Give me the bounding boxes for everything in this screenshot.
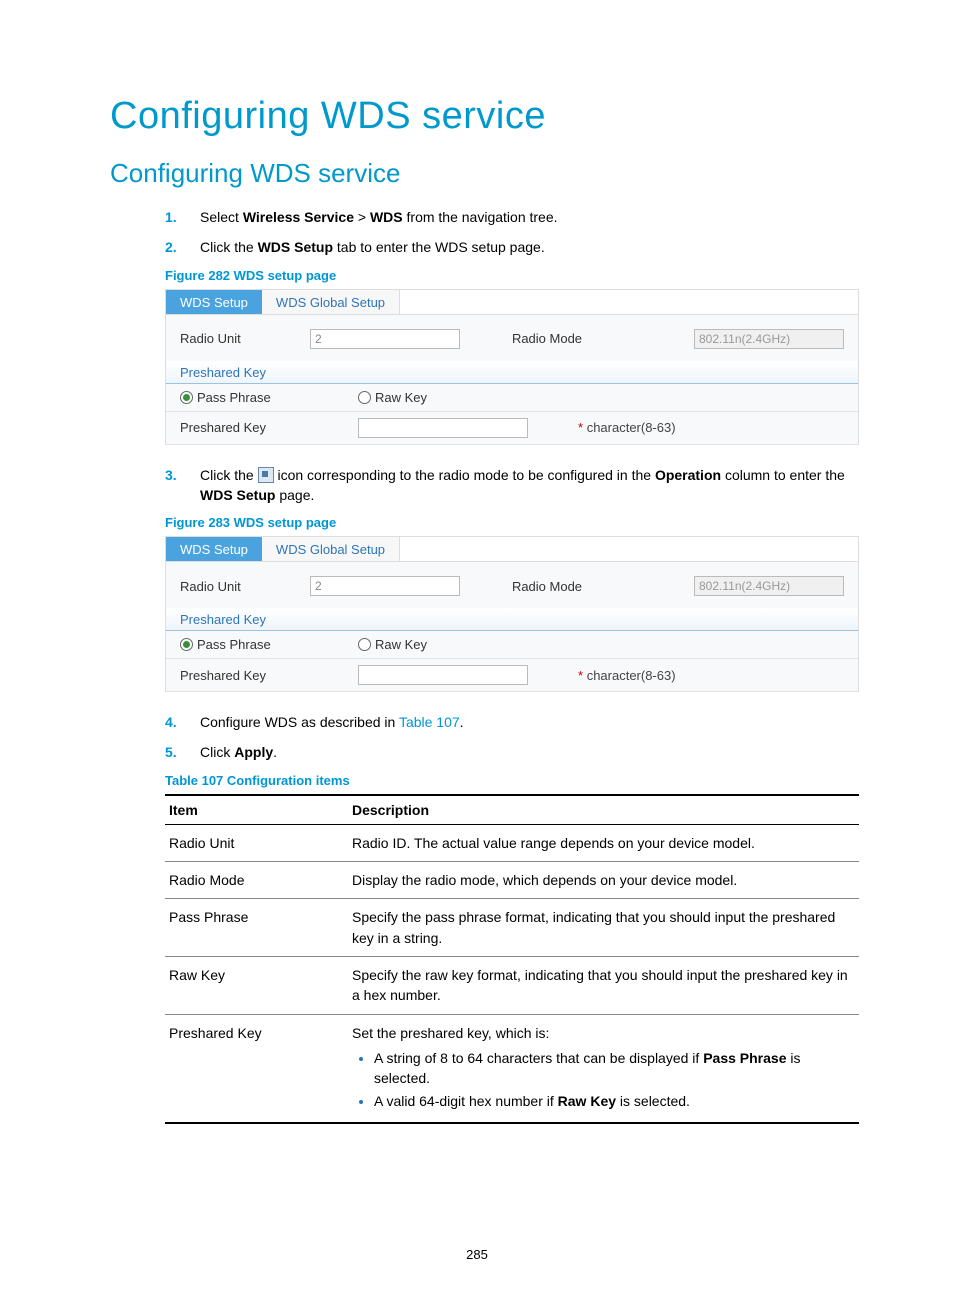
page-name: WDS Setup xyxy=(200,487,275,503)
list-item: A string of 8 to 64 characters that can … xyxy=(374,1047,855,1089)
table-row: Raw Key Specify the raw key format, indi… xyxy=(165,956,859,1014)
step-text: tab to enter the WDS setup page. xyxy=(333,239,545,255)
step-2: 2. Click the WDS Setup tab to enter the … xyxy=(165,237,859,257)
step-text: Select xyxy=(200,209,243,225)
raw-key-label: Raw Key xyxy=(375,637,427,652)
config-table: Item Description Radio Unit Radio ID. Th… xyxy=(165,794,859,1124)
table-header-row: Item Description xyxy=(165,795,859,825)
cell-item: Pass Phrase xyxy=(165,899,348,957)
step-text: Click the xyxy=(200,467,258,483)
table-row: Pass Phrase Specify the pass phrase form… xyxy=(165,899,859,957)
list-item: A valid 64-digit hex number if Raw Key i… xyxy=(374,1090,855,1111)
radio-unit-input[interactable] xyxy=(310,576,460,596)
step-3: 3. Click the icon corresponding to the r… xyxy=(165,465,859,506)
nav-item: Wireless Service xyxy=(243,209,354,225)
step-1: 1. Select Wireless Service > WDS from th… xyxy=(165,207,859,227)
radio-mode-label: Radio Mode xyxy=(460,579,694,594)
psk-table: Pass Phrase Raw Key Preshared Key * char… xyxy=(166,384,858,445)
tab-wds-setup[interactable]: WDS Setup xyxy=(166,537,262,561)
step-5: 5. Click Apply. xyxy=(165,742,859,762)
col-description: Description xyxy=(348,795,859,825)
step-text: icon corresponding to the radio mode to … xyxy=(274,467,655,483)
pass-phrase-radio[interactable] xyxy=(180,638,193,651)
cell-item: Radio Unit xyxy=(165,824,348,861)
step-number: 5. xyxy=(165,742,177,762)
step-text: . xyxy=(460,714,464,730)
step-4: 4. Configure WDS as described in Table 1… xyxy=(165,712,859,732)
cell-desc: Radio ID. The actual value range depends… xyxy=(348,824,859,861)
cell-item: Preshared Key xyxy=(165,1014,348,1123)
pass-phrase-label: Pass Phrase xyxy=(197,390,271,405)
psk-intro: Set the preshared key, which is: xyxy=(352,1025,549,1041)
tab-bar: WDS Setup WDS Global Setup xyxy=(166,290,858,315)
table-link[interactable]: Table 107 xyxy=(399,714,460,730)
psk-table: Pass Phrase Raw Key Preshared Key * char… xyxy=(166,631,858,692)
raw-key-radio[interactable] xyxy=(358,638,371,651)
raw-key-radio[interactable] xyxy=(358,391,371,404)
nav-item: WDS xyxy=(370,209,403,225)
psk-input[interactable] xyxy=(358,665,528,685)
cell-desc: Specify the raw key format, indicating t… xyxy=(348,956,859,1014)
pass-phrase-radio[interactable] xyxy=(180,391,193,404)
table-row: Radio Mode Display the radio mode, which… xyxy=(165,862,859,899)
step-text: Click xyxy=(200,744,234,760)
radio-mode-label: Radio Mode xyxy=(460,331,694,346)
raw-key-label: Raw Key xyxy=(375,390,427,405)
section-title: Configuring WDS service xyxy=(110,158,859,189)
cell-item: Raw Key xyxy=(165,956,348,1014)
psk-label: Preshared Key xyxy=(180,668,266,683)
table-row: Preshared Key Set the preshared key, whi… xyxy=(165,1014,859,1123)
cell-desc: Display the radio mode, which depends on… xyxy=(348,862,859,899)
tab-wds-global-setup[interactable]: WDS Global Setup xyxy=(262,537,400,561)
tab-wds-setup[interactable]: WDS Setup xyxy=(166,290,262,314)
psk-input[interactable] xyxy=(358,418,528,438)
radio-unit-label: Radio Unit xyxy=(180,331,310,346)
cell-desc: Set the preshared key, which is: A strin… xyxy=(348,1014,859,1123)
step-number: 3. xyxy=(165,465,177,485)
step-text: page. xyxy=(275,487,314,503)
table-caption: Table 107 Configuration items xyxy=(165,773,859,788)
column-name: Operation xyxy=(655,467,721,483)
preshared-key-section: Preshared Key xyxy=(166,361,858,384)
step-text: Click the xyxy=(200,239,258,255)
step-text: column to enter the xyxy=(721,467,845,483)
col-item: Item xyxy=(165,795,348,825)
tab-bar: WDS Setup WDS Global Setup xyxy=(166,537,858,562)
radio-unit-label: Radio Unit xyxy=(180,579,310,594)
step-text: Configure WDS as described in xyxy=(200,714,399,730)
required-asterisk: * xyxy=(578,420,583,435)
step-text: . xyxy=(273,744,277,760)
pass-phrase-label: Pass Phrase xyxy=(197,637,271,652)
tab-wds-global-setup[interactable]: WDS Global Setup xyxy=(262,290,400,314)
page-number: 285 xyxy=(0,1247,954,1262)
step-text: > xyxy=(354,209,370,225)
step-number: 2. xyxy=(165,237,177,257)
wds-panel: WDS Setup WDS Global Setup Radio Unit Ra… xyxy=(165,536,859,692)
required-asterisk: * xyxy=(578,668,583,683)
tab-name: WDS Setup xyxy=(258,239,333,255)
radio-mode-input xyxy=(694,329,844,349)
step-number: 1. xyxy=(165,207,177,227)
table-row: Radio Unit Radio ID. The actual value ra… xyxy=(165,824,859,861)
wds-panel: WDS Setup WDS Global Setup Radio Unit Ra… xyxy=(165,289,859,445)
psk-label: Preshared Key xyxy=(180,420,266,435)
step-number: 4. xyxy=(165,712,177,732)
cell-item: Radio Mode xyxy=(165,862,348,899)
step-text: from the navigation tree. xyxy=(403,209,558,225)
psk-hint: character(8-63) xyxy=(587,668,676,683)
figure-caption: Figure 283 WDS setup page xyxy=(165,515,859,530)
radio-mode-input xyxy=(694,576,844,596)
radio-unit-input[interactable] xyxy=(310,329,460,349)
cell-desc: Specify the pass phrase format, indicati… xyxy=(348,899,859,957)
psk-list: A string of 8 to 64 characters that can … xyxy=(352,1047,855,1112)
page-title: Configuring WDS service xyxy=(110,95,859,138)
preshared-key-section: Preshared Key xyxy=(166,608,858,631)
psk-hint: character(8-63) xyxy=(587,420,676,435)
figure-caption: Figure 282 WDS setup page xyxy=(165,268,859,283)
operation-icon xyxy=(258,467,274,483)
button-name: Apply xyxy=(234,744,273,760)
